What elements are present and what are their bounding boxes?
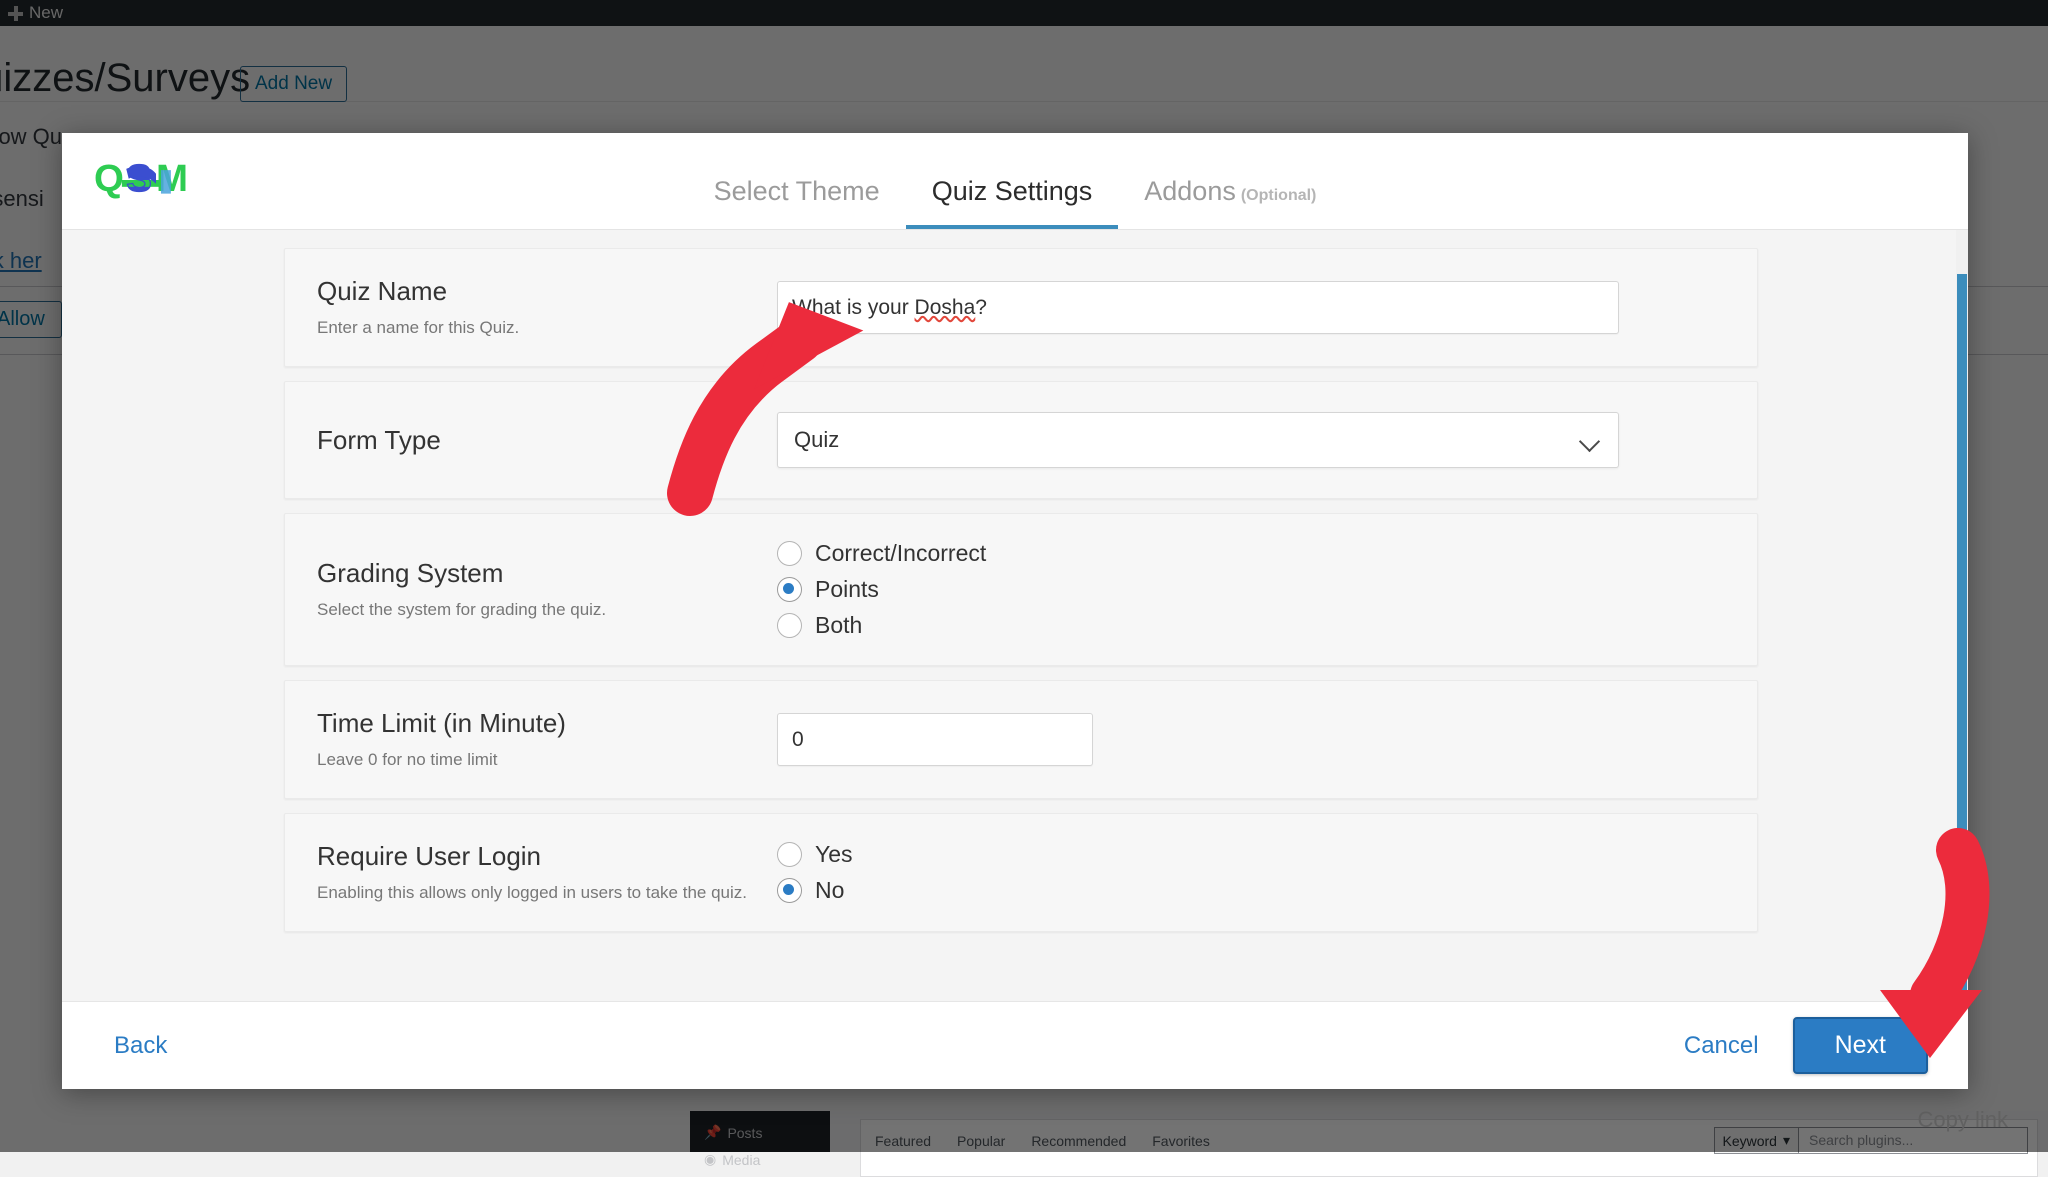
quiz-name-value-pre: What is your: [792, 296, 915, 320]
tab-select-theme-label: Select Theme: [714, 176, 880, 206]
setting-require-user-login-desc: Enabling this allows only logged in user…: [317, 881, 777, 906]
quiz-name-value-post: ?: [975, 296, 987, 320]
form-type-select[interactable]: Quiz: [777, 412, 1619, 468]
radio-login-yes[interactable]: Yes: [777, 841, 1725, 868]
setting-grading-system-field: Correct/Incorrect Points Both: [777, 540, 1725, 639]
radio-correct-incorrect-label: Correct/Incorrect: [815, 540, 986, 567]
radio-correct-incorrect-icon[interactable]: [777, 541, 802, 566]
modal-tabs: Select Theme Quiz Settings Addons (Option…: [62, 166, 1968, 229]
modal-footer: Back Cancel Next: [62, 1001, 1968, 1089]
modal-body: Quiz Name Enter a name for this Quiz. Wh…: [62, 230, 1968, 1001]
setting-quiz-name-labels: Quiz Name Enter a name for this Quiz.: [317, 275, 777, 340]
radio-login-yes-label: Yes: [815, 841, 853, 868]
setting-require-user-login-label: Require User Login: [317, 840, 777, 873]
setting-form-type: Form Type Quiz: [284, 381, 1758, 499]
setting-time-limit-field: 0: [777, 713, 1725, 766]
camera-icon: ◉: [704, 1151, 716, 1168]
cancel-button[interactable]: Cancel: [1672, 1026, 1771, 1066]
setting-form-type-field: Quiz: [777, 412, 1725, 468]
tab-addons[interactable]: Addons (Optional): [1118, 166, 1342, 229]
radio-login-no-label: No: [815, 877, 844, 904]
setting-form-type-labels: Form Type: [317, 424, 777, 457]
tab-addons-optional-label: (Optional): [1241, 187, 1317, 204]
back-button[interactable]: Back: [102, 1026, 179, 1066]
setting-form-type-label: Form Type: [317, 424, 777, 457]
radio-both-icon[interactable]: [777, 613, 802, 638]
radio-both-label: Both: [815, 612, 862, 639]
quiz-name-input[interactable]: What is your Dosha?: [777, 281, 1619, 334]
radio-both[interactable]: Both: [777, 612, 1725, 639]
setting-require-user-login: Require User Login Enabling this allows …: [284, 813, 1758, 932]
setting-time-limit-label: Time Limit (in Minute): [317, 707, 777, 740]
setting-quiz-name-desc: Enter a name for this Quiz.: [317, 316, 777, 341]
setting-quiz-name: Quiz Name Enter a name for this Quiz. Wh…: [284, 248, 1758, 367]
radio-points-label: Points: [815, 576, 879, 603]
setting-grading-system-label: Grading System: [317, 557, 777, 590]
chevron-down-icon: [1580, 434, 1602, 446]
time-limit-input[interactable]: 0: [777, 713, 1093, 766]
setting-grading-system-labels: Grading System Select the system for gra…: [317, 557, 777, 622]
radio-correct-incorrect[interactable]: Correct/Incorrect: [777, 540, 1725, 567]
modal-header: Q M S S Select Theme Quiz Settings Addon…: [62, 133, 1968, 230]
modal-body-scrollbar[interactable]: [1956, 230, 1968, 1001]
setting-time-limit: Time Limit (in Minute) Leave 0 for no ti…: [284, 680, 1758, 799]
radio-points-icon[interactable]: [777, 577, 802, 602]
radio-login-no-icon[interactable]: [777, 878, 802, 903]
radio-login-yes-icon[interactable]: [777, 842, 802, 867]
grading-system-radio-group: Correct/Incorrect Points Both: [777, 540, 1725, 639]
setting-grading-system-desc: Select the system for grading the quiz.: [317, 598, 777, 623]
radio-login-no[interactable]: No: [777, 877, 1725, 904]
radio-points[interactable]: Points: [777, 576, 1725, 603]
setting-quiz-name-label: Quiz Name: [317, 275, 777, 308]
tab-quiz-settings[interactable]: Quiz Settings: [906, 166, 1119, 229]
setting-require-user-login-labels: Require User Login Enabling this allows …: [317, 840, 777, 905]
tab-quiz-settings-label: Quiz Settings: [932, 176, 1093, 206]
require-login-radio-group: Yes No: [777, 841, 1725, 904]
form-type-select-value: Quiz: [794, 427, 839, 453]
setting-quiz-name-field: What is your Dosha?: [777, 281, 1725, 334]
setting-require-user-login-field: Yes No: [777, 841, 1725, 904]
footer-right-actions: Cancel Next: [1672, 1017, 1928, 1074]
quiz-setup-modal: Q M S S Select Theme Quiz Settings Addon…: [62, 133, 1968, 1089]
tab-select-theme[interactable]: Select Theme: [688, 166, 906, 229]
setting-grading-system: Grading System Select the system for gra…: [284, 513, 1758, 666]
quiz-name-value-misspelled: Dosha: [915, 296, 976, 320]
sidebar-item-media-label: Media: [722, 1152, 760, 1168]
setting-time-limit-labels: Time Limit (in Minute) Leave 0 for no ti…: [317, 707, 777, 772]
next-button[interactable]: Next: [1793, 1017, 1928, 1074]
scrollbar-thumb[interactable]: [1957, 274, 1967, 1001]
tab-addons-label: Addons: [1144, 176, 1236, 206]
settings-list: Quiz Name Enter a name for this Quiz. Wh…: [284, 248, 1758, 932]
setting-time-limit-desc: Leave 0 for no time limit: [317, 748, 777, 773]
